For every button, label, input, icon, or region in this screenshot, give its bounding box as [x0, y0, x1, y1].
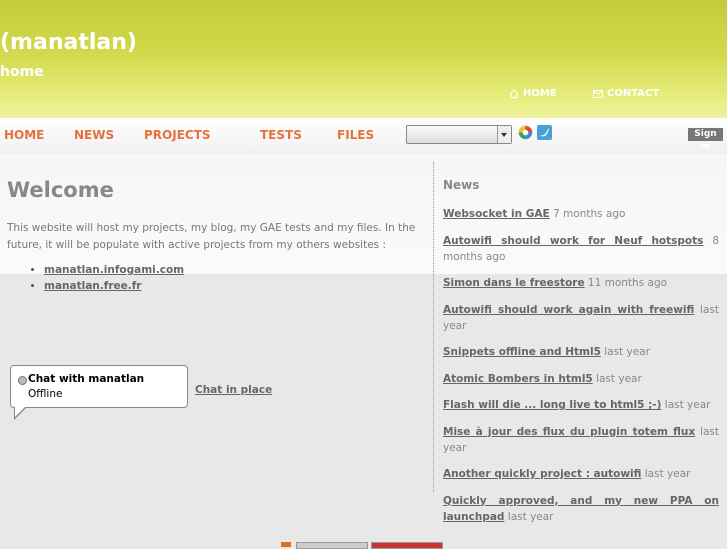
site-header: (manatlan) home HOME CONTACT — [0, 0, 727, 118]
envelope-icon — [593, 89, 603, 98]
news-time: last year — [596, 372, 642, 385]
status-dot-icon — [18, 376, 27, 385]
list-item: manatlan.infogami.com — [44, 262, 184, 278]
chat-status: Offline — [28, 388, 63, 400]
news-link[interactable]: Mise à jour des flux du plugin totem flu… — [443, 426, 695, 438]
page-title: Welcome — [7, 178, 114, 202]
news-list: Websocket in GAE 7 months ago Autowifi s… — [443, 206, 719, 535]
nav-news[interactable]: NEWS — [74, 128, 114, 142]
nav-files[interactable]: FILES — [337, 128, 374, 142]
chevron-down-icon — [497, 126, 511, 143]
news-item: Snippets offline and Html5 last year — [443, 344, 719, 360]
footer-badge[interactable] — [371, 542, 443, 549]
nav-tests[interactable]: TESTS — [260, 128, 302, 142]
news-link[interactable]: Flash will die ... long live to html5 ;-… — [443, 399, 661, 411]
nav-home[interactable]: HOME — [4, 128, 44, 142]
site-select-dropdown[interactable] — [406, 125, 512, 144]
news-item: Websocket in GAE 7 months ago — [443, 206, 719, 222]
google-icon[interactable] — [518, 125, 533, 140]
news-link[interactable]: Simon dans le freestore — [443, 277, 585, 289]
header-home-link[interactable]: HOME — [509, 88, 557, 99]
news-item: Quickly approved, and my new PPA on laun… — [443, 493, 719, 525]
news-time: last year — [507, 510, 554, 523]
chat-bubble-tail-fill — [15, 407, 25, 417]
chat-title: Chat with manatlan — [28, 373, 145, 385]
news-time: 11 months ago — [587, 277, 668, 289]
news-link[interactable]: Atomic Bombers in html5 — [443, 373, 593, 385]
news-time: last year — [644, 468, 691, 480]
news-item: Atomic Bombers in html5 last year — [443, 371, 719, 387]
news-link[interactable]: Autowifi should work again with freewifi — [443, 304, 694, 316]
nav-projects[interactable]: PROJECTS — [144, 128, 211, 142]
news-time: 7 months ago — [553, 208, 626, 220]
news-item: Autowifi should work again with freewifi… — [443, 302, 719, 334]
news-link[interactable]: Quickly approved, and my new PPA on laun… — [443, 495, 719, 523]
footer-badge[interactable] — [296, 542, 368, 549]
news-time: last year — [664, 399, 711, 411]
project-link[interactable]: manatlan.free.fr — [44, 280, 141, 292]
main-navbar: HOME NEWS PROJECTS TESTS FILES Sign in — [0, 118, 727, 154]
news-heading: News — [443, 178, 480, 192]
sign-in-button[interactable]: Sign in — [688, 128, 723, 152]
news-link[interactable]: Websocket in GAE — [443, 208, 550, 220]
project-link[interactable]: manatlan.infogami.com — [44, 264, 184, 276]
site-subtitle: home — [0, 64, 44, 80]
news-item: Simon dans le freestore 11 months ago — [443, 275, 719, 291]
news-item: Another quickly project : autowifi last … — [443, 466, 719, 482]
chat-widget[interactable]: Chat with manatlan Offline — [10, 365, 188, 408]
project-links-list: manatlan.infogami.com manatlan.free.fr — [30, 262, 184, 294]
intro-text: This website will host my projects, my b… — [7, 222, 416, 251]
news-item: Flash will die ... long live to html5 ;-… — [443, 397, 719, 413]
column-divider — [433, 162, 434, 492]
news-item: Autowifi should work for Neuf hotspots 8… — [443, 233, 719, 265]
list-item: manatlan.free.fr — [44, 278, 184, 294]
twitter-icon[interactable] — [537, 125, 552, 140]
header-home-label: HOME — [523, 88, 557, 99]
news-item: Mise à jour des flux du plugin totem flu… — [443, 424, 719, 456]
news-link[interactable]: Another quickly project : autowifi — [443, 468, 641, 480]
site-title: (manatlan) — [0, 30, 137, 55]
header-contact-link[interactable]: CONTACT — [593, 88, 659, 99]
chat-in-place-link[interactable]: Chat in place — [195, 384, 272, 396]
news-time: last year — [604, 346, 650, 358]
news-link[interactable]: Autowifi should work for Neuf hotspots — [443, 235, 703, 247]
header-contact-label: CONTACT — [607, 88, 660, 99]
home-icon — [509, 89, 519, 98]
news-link[interactable]: Snippets offline and Html5 — [443, 346, 601, 358]
